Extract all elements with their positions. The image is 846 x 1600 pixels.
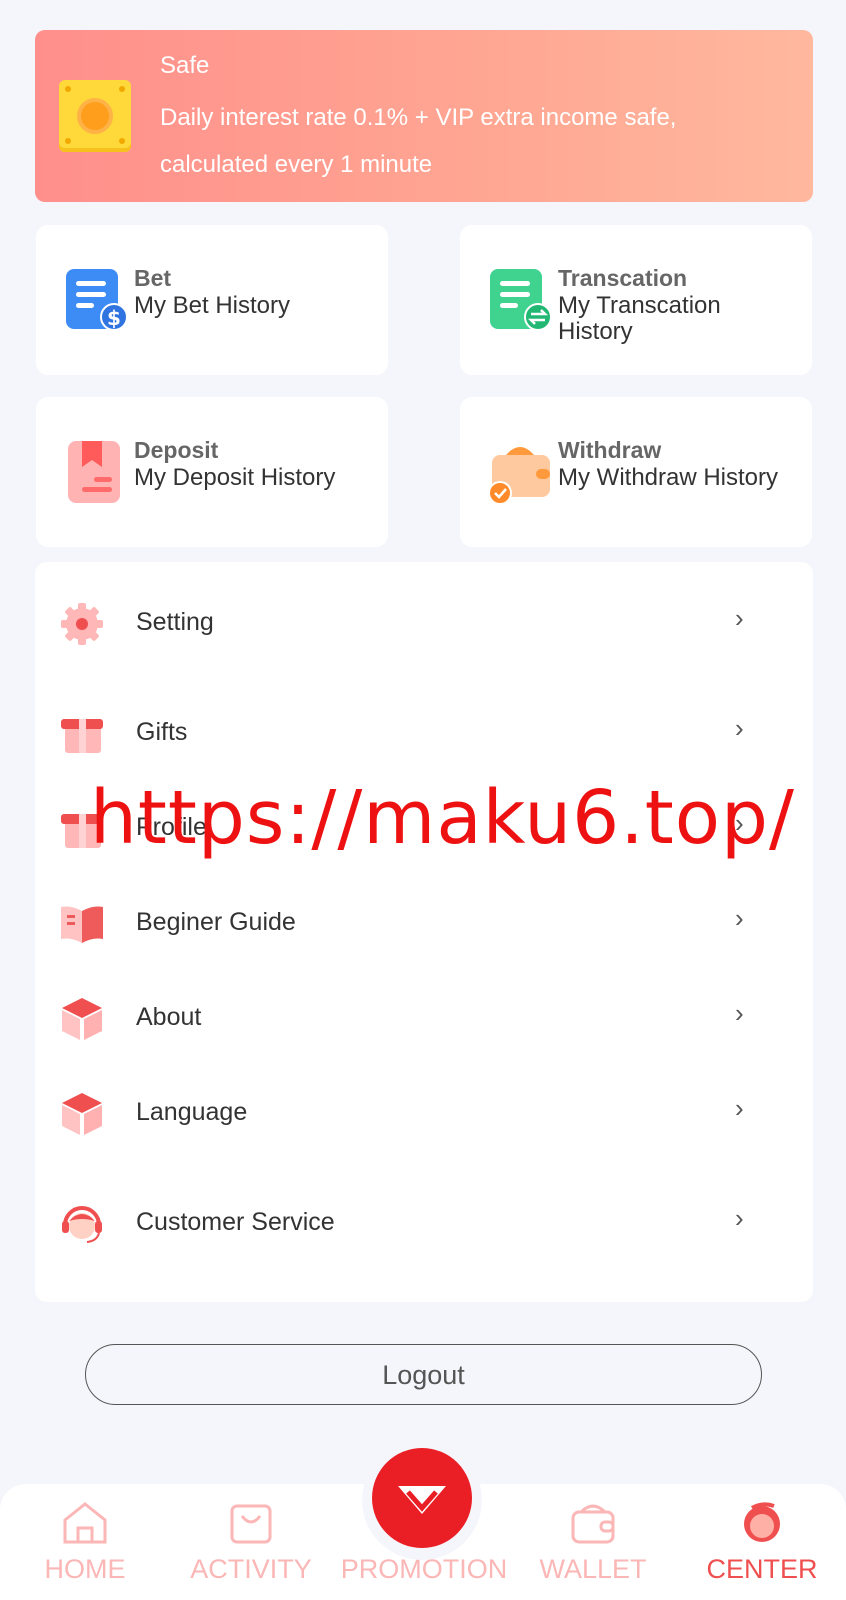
menu-label-setting: Setting: [136, 608, 214, 636]
tab-label-center: CENTER: [706, 1554, 818, 1584]
deposit-card-subtitle: My Deposit History: [134, 464, 336, 491]
transaction-history-card[interactable]: Transcation My Transcation History: [460, 225, 812, 375]
transaction-card-subtitle: My Transcation History: [558, 292, 721, 345]
gear-icon: [61, 603, 103, 645]
safe-banner[interactable]: Safe Daily interest rate 0.1% + VIP extr…: [35, 30, 813, 202]
deposit-card-title: Deposit: [134, 437, 219, 463]
book-icon: [61, 906, 103, 943]
svg-text:$: $: [107, 306, 121, 330]
safe-title: Safe: [160, 52, 210, 79]
shopping-bag-icon: [230, 1504, 272, 1544]
user-center-icon: [744, 1502, 780, 1542]
menu-item-gifts[interactable]: Gifts ›: [35, 703, 813, 763]
menu-label-about: About: [136, 1003, 202, 1031]
tab-label-wallet: WALLET: [539, 1554, 647, 1584]
chevron-right-icon: ›: [735, 1203, 744, 1233]
bet-card-title: Bet: [134, 265, 172, 291]
menu-label-customer-service: Customer Service: [136, 1208, 335, 1236]
tab-center[interactable]: CENTER: [687, 1484, 837, 1600]
menu-label-beginer-guide: Beginer Guide: [136, 908, 296, 936]
chevron-right-icon: ›: [735, 903, 744, 933]
logout-button[interactable]: Logout: [85, 1344, 762, 1405]
headset-agent-icon: [62, 1206, 102, 1243]
cube-icon: [62, 998, 102, 1040]
withdraw-card-subtitle: My Withdraw History: [558, 464, 779, 491]
watermark-url: https://maku6.top/: [90, 775, 795, 861]
diamond-icon: [398, 1486, 446, 1514]
chevron-right-icon: ›: [735, 1093, 744, 1123]
chevron-right-icon: ›: [735, 713, 744, 743]
withdraw-card-title: Withdraw: [558, 437, 662, 463]
menu-item-customer-service[interactable]: Customer Service ›: [35, 1193, 813, 1253]
safe-description: Daily interest rate 0.1% + VIP extra inc…: [160, 104, 677, 178]
cube-icon: [62, 1093, 102, 1135]
tab-home[interactable]: HOME: [10, 1484, 160, 1600]
menu-item-setting[interactable]: Setting ›: [35, 593, 813, 653]
withdraw-history-card[interactable]: Withdraw My Withdraw History: [460, 397, 812, 547]
tab-label-home: HOME: [44, 1554, 126, 1584]
withdraw-wallet-icon: [488, 447, 550, 505]
gift-icon: [61, 719, 103, 753]
deposit-bookmark-icon: [68, 441, 120, 503]
transaction-document-icon: [490, 269, 552, 331]
menu-item-language[interactable]: Language ›: [35, 1083, 813, 1143]
promotion-button[interactable]: [362, 1440, 482, 1560]
menu-label-language: Language: [136, 1098, 248, 1126]
bet-card-subtitle: My Bet History: [134, 292, 291, 319]
tab-wallet[interactable]: WALLET: [518, 1484, 668, 1600]
menu-label-gifts: Gifts: [136, 718, 188, 746]
chevron-right-icon: ›: [735, 998, 744, 1028]
chevron-right-icon: ›: [735, 603, 744, 633]
tab-label-activity: ACTIVITY: [190, 1554, 312, 1584]
menu-panel: Setting › Gifts › Profile › Beginer Guid…: [35, 562, 813, 1302]
menu-item-about[interactable]: About ›: [35, 988, 813, 1048]
menu-item-beginer-guide[interactable]: Beginer Guide ›: [35, 893, 813, 953]
bet-history-card[interactable]: $ Bet My Bet History: [36, 225, 388, 375]
bet-document-icon: $: [66, 269, 128, 331]
safe-icon: [59, 80, 131, 152]
deposit-history-card[interactable]: Deposit My Deposit History: [36, 397, 388, 547]
transaction-card-title: Transcation: [558, 265, 688, 291]
home-icon: [63, 1502, 107, 1544]
tab-activity[interactable]: ACTIVITY: [176, 1484, 326, 1600]
wallet-icon: [571, 1504, 615, 1544]
